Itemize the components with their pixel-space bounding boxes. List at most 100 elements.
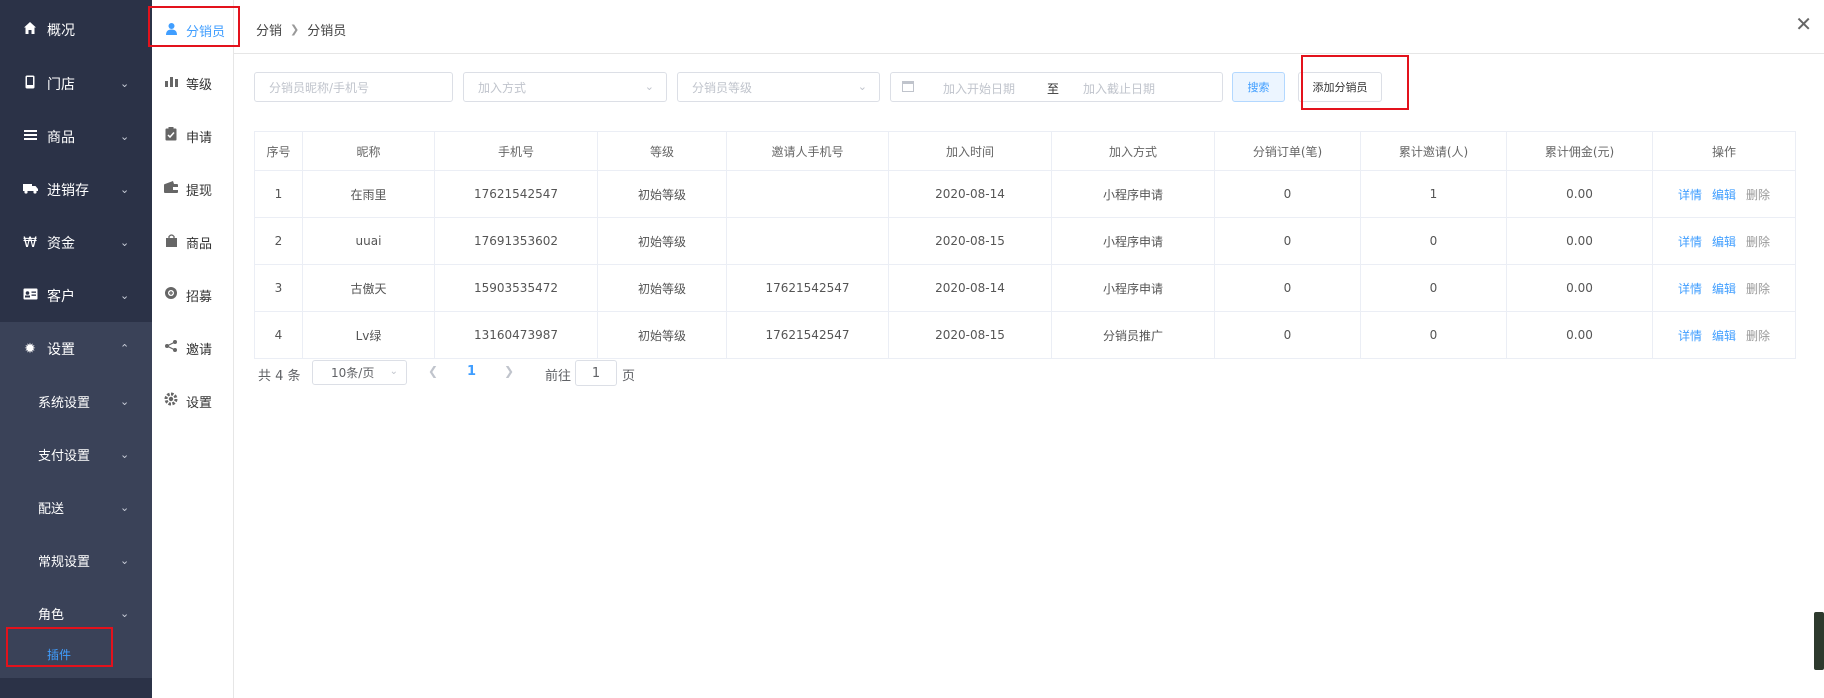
edit-link[interactable]: 编辑 (1712, 188, 1736, 202)
cell-nickname: Lv绿 (302, 311, 435, 359)
detail-link[interactable]: 详情 (1678, 282, 1702, 296)
annotation-box-distributor-menu (148, 6, 240, 47)
submenu-item-products[interactable]: 商品 (152, 222, 234, 262)
edit-link[interactable]: 编辑 (1712, 329, 1736, 343)
page-size-select[interactable]: 10条/页 ⌄ (312, 360, 407, 385)
cell-index: 3 (254, 264, 303, 312)
gear-icon: ✹ (24, 340, 36, 357)
delete-link[interactable]: 删除 (1746, 282, 1770, 296)
cell-orders: 0 (1214, 217, 1361, 265)
cell-inviter-phone: 17621542547 (726, 311, 889, 359)
sidebar-sub-delivery[interactable]: 配送 ⌄ (0, 481, 152, 534)
goto-page-input[interactable] (575, 360, 617, 386)
detail-link[interactable]: 详情 (1678, 188, 1702, 202)
cell-join-method: 小程序申请 (1051, 217, 1215, 265)
annotation-box-plugin-menu (6, 627, 113, 667)
cell-actions: 详情 编辑 删除 (1652, 217, 1796, 265)
settings-icon (164, 392, 178, 410)
share-icon (164, 339, 178, 357)
end-date-placeholder[interactable]: 加入截止日期 (1083, 80, 1155, 97)
cell-commission: 0.00 (1506, 264, 1653, 312)
truck-icon (22, 182, 38, 198)
submenu-item-settings[interactable]: 设置 (152, 381, 234, 421)
join-method-placeholder: 加入方式 (478, 80, 527, 95)
chevron-down-icon: ⌄ (120, 448, 130, 461)
page-size-value: 10条/页 (331, 366, 375, 380)
sidebar-item-settings[interactable]: ✹ 设置 ⌃ (0, 322, 152, 375)
table-row: 2 uuai 17691353602 初始等级 2020-08-15 小程序申请… (254, 217, 1796, 265)
cell-level: 初始等级 (597, 311, 727, 359)
level-select[interactable]: 分销员等级 ⌄ (677, 72, 880, 102)
id-card-icon (22, 288, 38, 304)
delete-link[interactable]: 删除 (1746, 188, 1770, 202)
sidebar-item-overview[interactable]: 概况 (0, 3, 152, 56)
delete-link[interactable]: 删除 (1746, 329, 1770, 343)
cell-inviter-phone (726, 170, 889, 218)
edit-link[interactable]: 编辑 (1712, 235, 1736, 249)
detail-link[interactable]: 详情 (1678, 329, 1702, 343)
sidebar-item-products[interactable]: 商品 ⌄ (0, 110, 152, 163)
cell-orders: 0 (1214, 311, 1361, 359)
col-header-inviter-phone: 邀请人手机号 (726, 131, 889, 171)
submenu-item-withdraw[interactable]: 提现 (152, 169, 234, 209)
wallet-icon (164, 181, 178, 197)
join-method-select[interactable]: 加入方式 ⌄ (463, 72, 667, 102)
bar-chart-icon (164, 75, 178, 91)
sidebar-sub-system-settings[interactable]: 系统设置 ⌄ (0, 375, 152, 428)
cell-level: 初始等级 (597, 264, 727, 312)
cell-level: 初始等级 (597, 217, 727, 265)
submenu-item-label: 提现 (186, 183, 213, 199)
breadcrumb-root[interactable]: 分销 (256, 20, 282, 39)
start-date-placeholder[interactable]: 加入开始日期 (943, 80, 1015, 97)
phone-icon (22, 75, 38, 93)
submenu-item-levels[interactable]: 等级 (152, 63, 234, 103)
delete-link[interactable]: 删除 (1746, 235, 1770, 249)
cell-join-method: 小程序申请 (1051, 264, 1215, 312)
chevron-down-icon: ⌄ (120, 395, 130, 408)
list-icon (22, 129, 38, 145)
table-header-row: 序号 昵称 手机号 等级 邀请人手机号 加入时间 加入方式 分销订单(笔) 累计… (254, 131, 1796, 171)
submenu-item-label: 等级 (186, 77, 213, 93)
submenu-item-invite[interactable]: 邀请 (152, 328, 234, 368)
chevron-down-icon: ⌄ (120, 289, 130, 302)
cell-phone: 13160473987 (434, 311, 598, 359)
close-icon[interactable]: ✕ (1795, 14, 1812, 34)
cell-phone: 17691353602 (434, 217, 598, 265)
cell-join-time: 2020-08-14 (888, 264, 1052, 312)
col-header-nickname: 昵称 (302, 131, 435, 171)
range-separator: 至 (1047, 82, 1060, 96)
keyword-search-input[interactable]: 分销员昵称/手机号 (254, 72, 453, 102)
scrollbar-handle[interactable] (1814, 612, 1824, 670)
sidebar-item-store[interactable]: 门店 ⌄ (0, 57, 152, 110)
submenu-item-label: 招募 (186, 289, 213, 305)
cell-actions: 详情 编辑 删除 (1652, 264, 1796, 312)
chevron-down-icon: ⌄ (120, 77, 130, 90)
search-button[interactable]: 搜索 (1232, 72, 1285, 102)
sidebar-item-funds[interactable]: ₩ 资金 ⌄ (0, 216, 152, 269)
cell-invites: 0 (1360, 217, 1507, 265)
sidebar-sub-general-settings[interactable]: 常规设置 ⌄ (0, 534, 152, 587)
sidebar-item-label: 进销存 (47, 182, 89, 199)
submenu-item-recruit[interactable]: 招募 (152, 275, 234, 315)
prev-page-icon[interactable]: ❮ (428, 364, 438, 378)
page-number-button[interactable]: 1 (467, 364, 476, 379)
cell-commission: 0.00 (1506, 217, 1653, 265)
col-header-invites: 累计邀请(人) (1360, 131, 1507, 171)
cell-orders: 0 (1214, 264, 1361, 312)
cell-inviter-phone (726, 217, 889, 265)
submenu-item-applications[interactable]: 申请 (152, 116, 234, 156)
submenu-item-label: 邀请 (186, 342, 213, 358)
join-date-range-picker[interactable]: 加入开始日期 至 加入截止日期 (890, 72, 1223, 102)
cell-commission: 0.00 (1506, 170, 1653, 218)
sidebar-item-label: 商品 (47, 129, 75, 146)
next-page-icon[interactable]: ❯ (504, 364, 514, 378)
page-suffix-label: 页 (622, 369, 636, 384)
cell-index: 4 (254, 311, 303, 359)
detail-link[interactable]: 详情 (1678, 235, 1702, 249)
cell-index: 1 (254, 170, 303, 218)
edit-link[interactable]: 编辑 (1712, 282, 1736, 296)
sidebar-item-customers[interactable]: 客户 ⌄ (0, 269, 152, 322)
sidebar-item-inventory[interactable]: 进销存 ⌄ (0, 163, 152, 216)
sidebar-sub-payment-settings[interactable]: 支付设置 ⌄ (0, 428, 152, 481)
chevron-down-icon: ⌄ (644, 80, 654, 93)
